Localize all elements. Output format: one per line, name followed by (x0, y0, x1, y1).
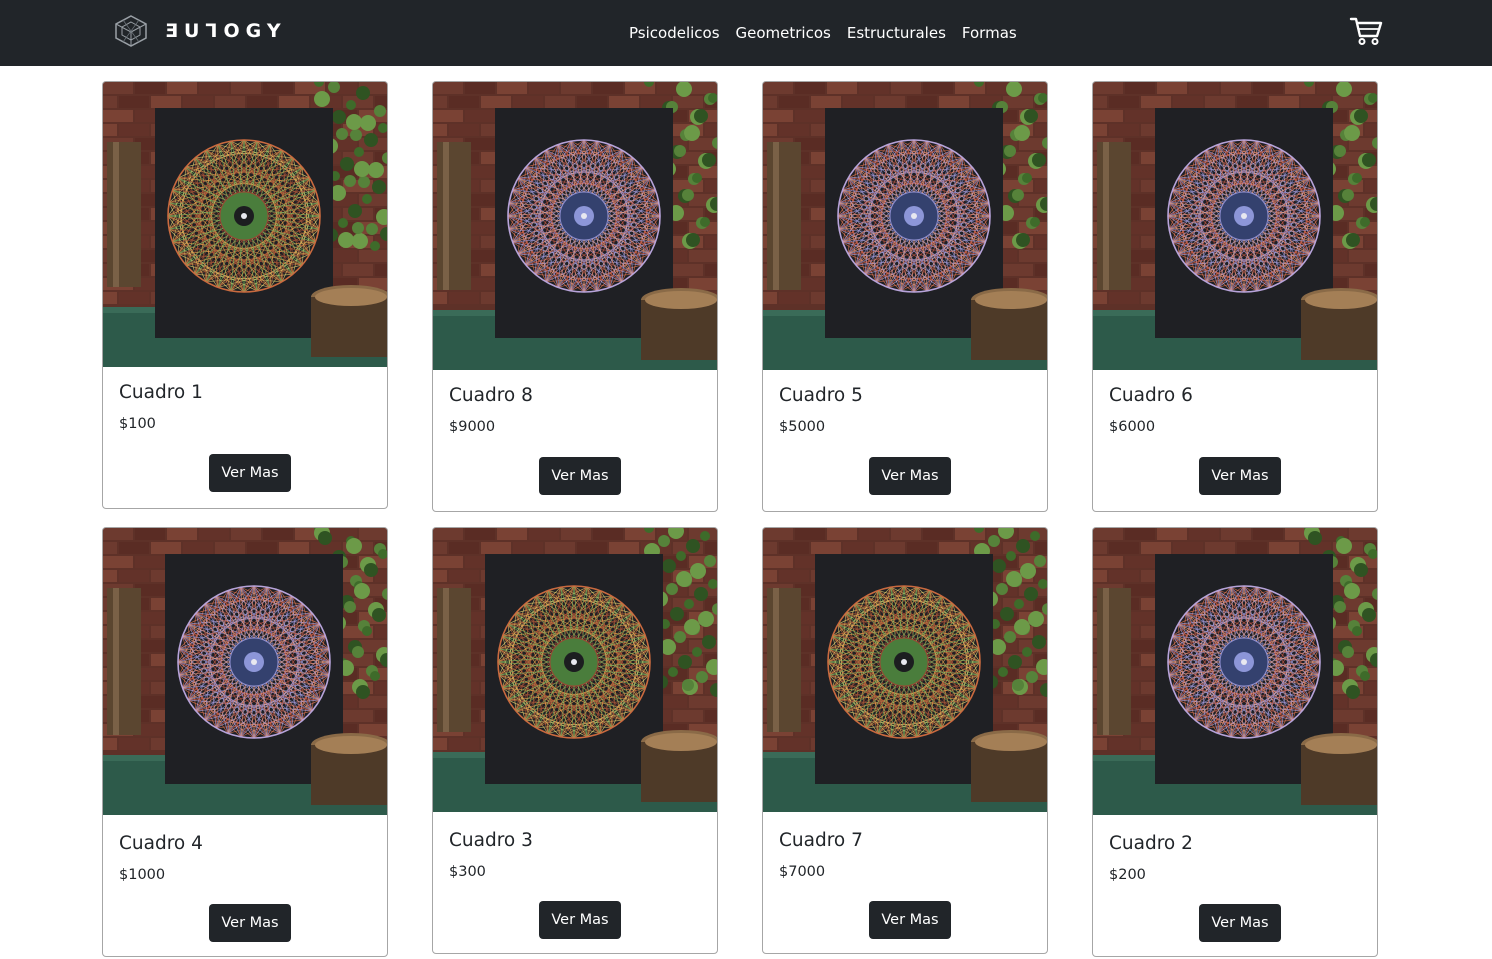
cart-button[interactable] (1349, 16, 1383, 50)
ver-mas-button[interactable]: Ver Mas (1199, 904, 1281, 942)
product-price: $6000 (1109, 419, 1156, 435)
product-card: Cuadro 4 $1000 Ver Mas (102, 527, 388, 957)
product-card: Cuadro 7 $7000 Ver Mas (762, 527, 1048, 954)
product-title: Cuadro 8 (449, 385, 533, 406)
product-card: Cuadro 2 $200 Ver Mas (1092, 527, 1378, 957)
product-price: $200 (1109, 867, 1146, 883)
product-title: Cuadro 4 (119, 833, 203, 854)
product-card: Cuadro 6 $6000 Ver Mas (1092, 81, 1378, 512)
ver-mas-button[interactable]: Ver Mas (539, 457, 621, 495)
product-title: Cuadro 2 (1109, 833, 1193, 854)
product-image[interactable] (763, 528, 1048, 812)
nav-link-psicodelicos[interactable]: Psicodelicos (629, 24, 720, 42)
product-title: Cuadro 5 (779, 385, 863, 406)
ver-mas-button[interactable]: Ver Mas (209, 454, 291, 492)
product-price: $100 (119, 416, 156, 432)
product-image[interactable] (433, 528, 718, 812)
product-card: Cuadro 5 $5000 Ver Mas (762, 81, 1048, 512)
product-image[interactable] (103, 528, 388, 815)
product-title: Cuadro 3 (449, 830, 533, 851)
product-title: Cuadro 1 (119, 382, 203, 403)
nav-link-geometricos[interactable]: Geometricos (736, 24, 831, 42)
nav-link-estructurales[interactable]: Estructurales (847, 24, 946, 42)
product-card: Cuadro 8 $9000 Ver Mas (432, 81, 718, 512)
ver-mas-button[interactable]: Ver Mas (1199, 457, 1281, 495)
product-card: Cuadro 1 $100 Ver Mas (102, 81, 388, 509)
product-price: $1000 (119, 867, 166, 883)
product-price: $7000 (779, 864, 826, 880)
product-image[interactable] (1093, 528, 1378, 815)
product-price: $9000 (449, 419, 496, 435)
cube-logo-icon (115, 15, 147, 47)
brand-name: ƎUꞀOGY (165, 20, 287, 42)
product-image[interactable] (433, 82, 718, 370)
ver-mas-button[interactable]: Ver Mas (869, 457, 951, 495)
ver-mas-button[interactable]: Ver Mas (539, 901, 621, 939)
nav-link-formas[interactable]: Formas (962, 24, 1017, 42)
product-image[interactable] (1093, 82, 1378, 370)
navbar: ƎUꞀOGY Psicodelicos Geometricos Estructu… (0, 0, 1492, 66)
brand[interactable]: ƎUꞀOGY (113, 14, 287, 48)
product-price: $5000 (779, 419, 826, 435)
cart-icon (1349, 17, 1383, 45)
product-image[interactable] (103, 82, 388, 367)
ver-mas-button[interactable]: Ver Mas (869, 901, 951, 939)
product-title: Cuadro 6 (1109, 385, 1193, 406)
product-price: $300 (449, 864, 486, 880)
ver-mas-button[interactable]: Ver Mas (209, 904, 291, 942)
product-title: Cuadro 7 (779, 830, 863, 851)
product-card: Cuadro 3 $300 Ver Mas (432, 527, 718, 954)
nav-links: Psicodelicos Geometricos Estructurales F… (629, 0, 1033, 66)
product-image[interactable] (763, 82, 1048, 370)
